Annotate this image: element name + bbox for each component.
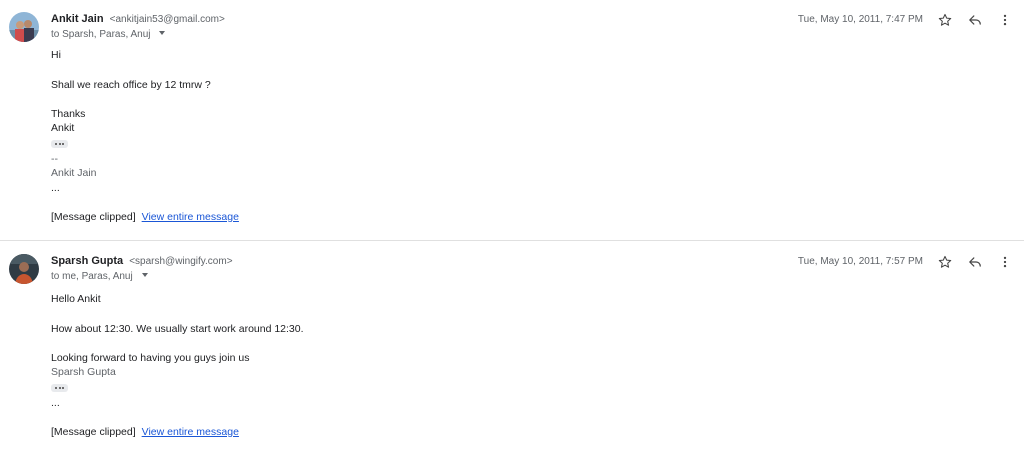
chevron-down-icon: [159, 31, 166, 36]
signature: Sparsh Gupta: [51, 366, 116, 378]
sender-email: <ankitjain53@gmail.com>: [109, 14, 225, 25]
recipients-toggle[interactable]: to Sparsh, Paras, Anuj: [51, 28, 166, 42]
recipients-label: to Sparsh, Paras, Anuj: [51, 29, 151, 40]
message-date: Tue, May 10, 2011, 7:47 PM: [797, 14, 923, 25]
message-card: Sparsh Gupta <sparsh@wingify.com> to me,…: [0, 242, 1024, 454]
sender-email: <sparsh@wingify.com>: [129, 256, 233, 267]
sender-name[interactable]: Sparsh Gupta: [51, 255, 123, 267]
body-line: Hello Ankit: [51, 293, 101, 305]
message-date: Tue, May 10, 2011, 7:57 PM: [797, 256, 923, 267]
star-icon: [938, 13, 952, 26]
view-entire-message-link[interactable]: View entire message: [142, 211, 239, 223]
clipped-notice: [Message clipped] View entire message: [51, 210, 239, 224]
star-button[interactable]: [935, 252, 955, 272]
chevron-down-icon: [141, 273, 148, 278]
sender: Ankit Jain <ankitjain53@gmail.com>: [51, 12, 225, 27]
clipped-label: [Message clipped]: [51, 426, 136, 438]
star-icon: [938, 255, 952, 268]
body-line: Hi: [51, 49, 61, 61]
view-entire-message-link[interactable]: View entire message: [142, 426, 239, 438]
reply-button[interactable]: [965, 10, 985, 30]
message-divider: [0, 240, 1024, 241]
show-trimmed-content-button[interactable]: [51, 384, 68, 392]
signature: Ankit Jain: [51, 167, 97, 179]
body-line: Looking forward to having you guys join …: [51, 352, 250, 364]
star-button[interactable]: [935, 10, 955, 30]
body-line: How about 12:30. We usually start work a…: [51, 323, 304, 335]
body-line: Shall we reach office by 12 tmrw ?: [51, 79, 211, 91]
avatar[interactable]: [9, 12, 39, 42]
body-line: Ankit: [51, 122, 75, 134]
reply-icon: [969, 15, 981, 25]
show-trimmed-content-button[interactable]: [51, 140, 68, 148]
signature-separator: --: [51, 153, 58, 165]
recipients-label: to me, Paras, Anuj: [51, 271, 133, 282]
more-options-button[interactable]: [995, 10, 1015, 30]
more-horiz-icon: [55, 387, 57, 389]
sender-name[interactable]: Ankit Jain: [51, 13, 104, 25]
more-vert-icon: [1003, 256, 1007, 268]
recipients-toggle[interactable]: to me, Paras, Anuj: [51, 270, 148, 284]
more-options-button[interactable]: [995, 252, 1015, 272]
more-horiz-icon: [55, 143, 57, 145]
body-line: Thanks: [51, 108, 86, 120]
sender: Sparsh Gupta <sparsh@wingify.com>: [51, 254, 233, 269]
reply-icon: [969, 257, 981, 267]
reply-button[interactable]: [965, 252, 985, 272]
avatar[interactable]: [9, 254, 39, 284]
trailing-dots: ...: [51, 182, 60, 194]
trailing-dots: ...: [51, 397, 60, 409]
message-card: Ankit Jain <ankitjain53@gmail.com> to Sp…: [0, 0, 1024, 240]
clipped-label: [Message clipped]: [51, 211, 136, 223]
more-vert-icon: [1003, 14, 1007, 26]
clipped-notice: [Message clipped] View entire message: [51, 425, 239, 439]
